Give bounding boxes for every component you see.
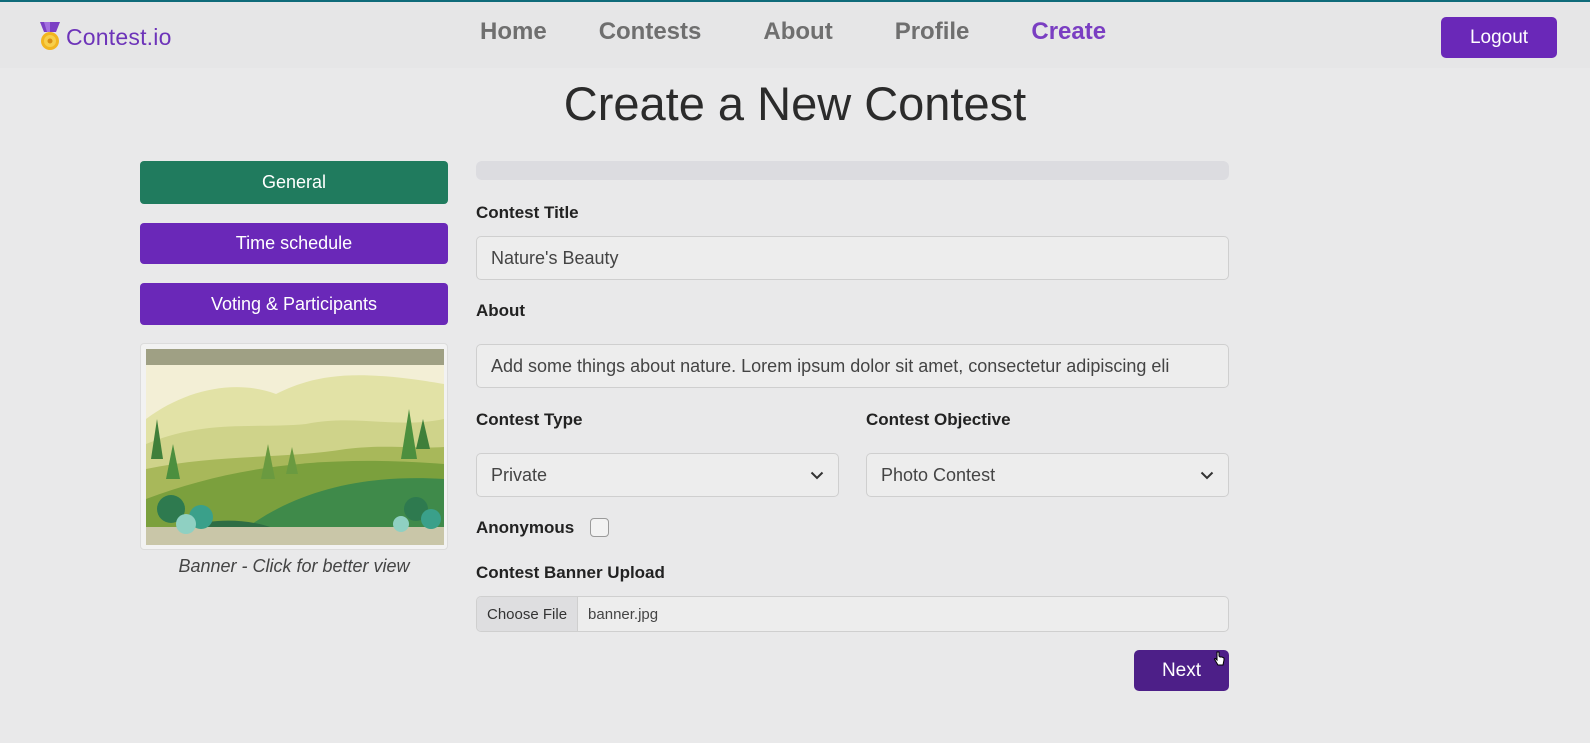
about-label: About (476, 301, 526, 320)
contest-type-label: Contest Type (476, 410, 583, 429)
progress-bar (476, 161, 1229, 180)
medal-icon (38, 22, 62, 52)
about-input[interactable]: Add some things about nature. Lorem ipsu… (476, 344, 1229, 388)
banner-upload-label: Contest Banner Upload (476, 563, 665, 582)
sidebar-general-button[interactable]: General (140, 161, 448, 204)
banner-file-input[interactable]: Choose File banner.jpg (476, 596, 1229, 632)
banner-landscape-image (146, 349, 444, 545)
logout-button[interactable]: Logout (1441, 17, 1557, 58)
chevron-down-icon (810, 471, 824, 479)
page-title: Create a New Contest (563, 77, 1027, 130)
contest-objective-select[interactable]: Photo Contest (866, 453, 1229, 497)
brand[interactable]: Contest.io (38, 22, 172, 52)
file-name: banner.jpg (588, 605, 659, 623)
contest-objective-label: Contest Objective (866, 410, 1011, 429)
choose-file-button[interactable]: Choose File (477, 597, 579, 631)
nav-home[interactable]: Home (480, 18, 547, 46)
brand-name: Contest.io (66, 23, 172, 50)
contest-title-label: Contest Title (476, 203, 579, 222)
nav-create[interactable]: Create (1031, 18, 1106, 46)
hand-cursor-icon (1214, 651, 1225, 666)
main-nav: Home Contests About Profile Create (480, 18, 1106, 46)
banner-caption: Banner - Click for better view (178, 556, 410, 576)
anonymous-label: Anonymous (476, 518, 575, 537)
anonymous-checkbox[interactable] (590, 518, 609, 537)
chevron-down-icon (1200, 471, 1214, 479)
nav-about[interactable]: About (763, 18, 832, 46)
sidebar-voting-participants-button[interactable]: Voting & Participants (140, 283, 448, 325)
nav-contests[interactable]: Contests (599, 18, 702, 46)
banner-preview[interactable] (140, 343, 448, 550)
contest-objective-value: Photo Contest (881, 464, 996, 485)
contest-type-value: Private (491, 464, 548, 485)
contest-title-input[interactable]: Nature's Beauty (476, 236, 1229, 280)
nav-profile[interactable]: Profile (895, 18, 970, 46)
navbar: Contest.io Home Contests About Profile C… (0, 2, 1590, 68)
sidebar-time-schedule-button[interactable]: Time schedule (140, 223, 448, 264)
contest-type-select[interactable]: Private (476, 453, 839, 497)
page: Contest.io Home Contests About Profile C… (0, 0, 1590, 743)
